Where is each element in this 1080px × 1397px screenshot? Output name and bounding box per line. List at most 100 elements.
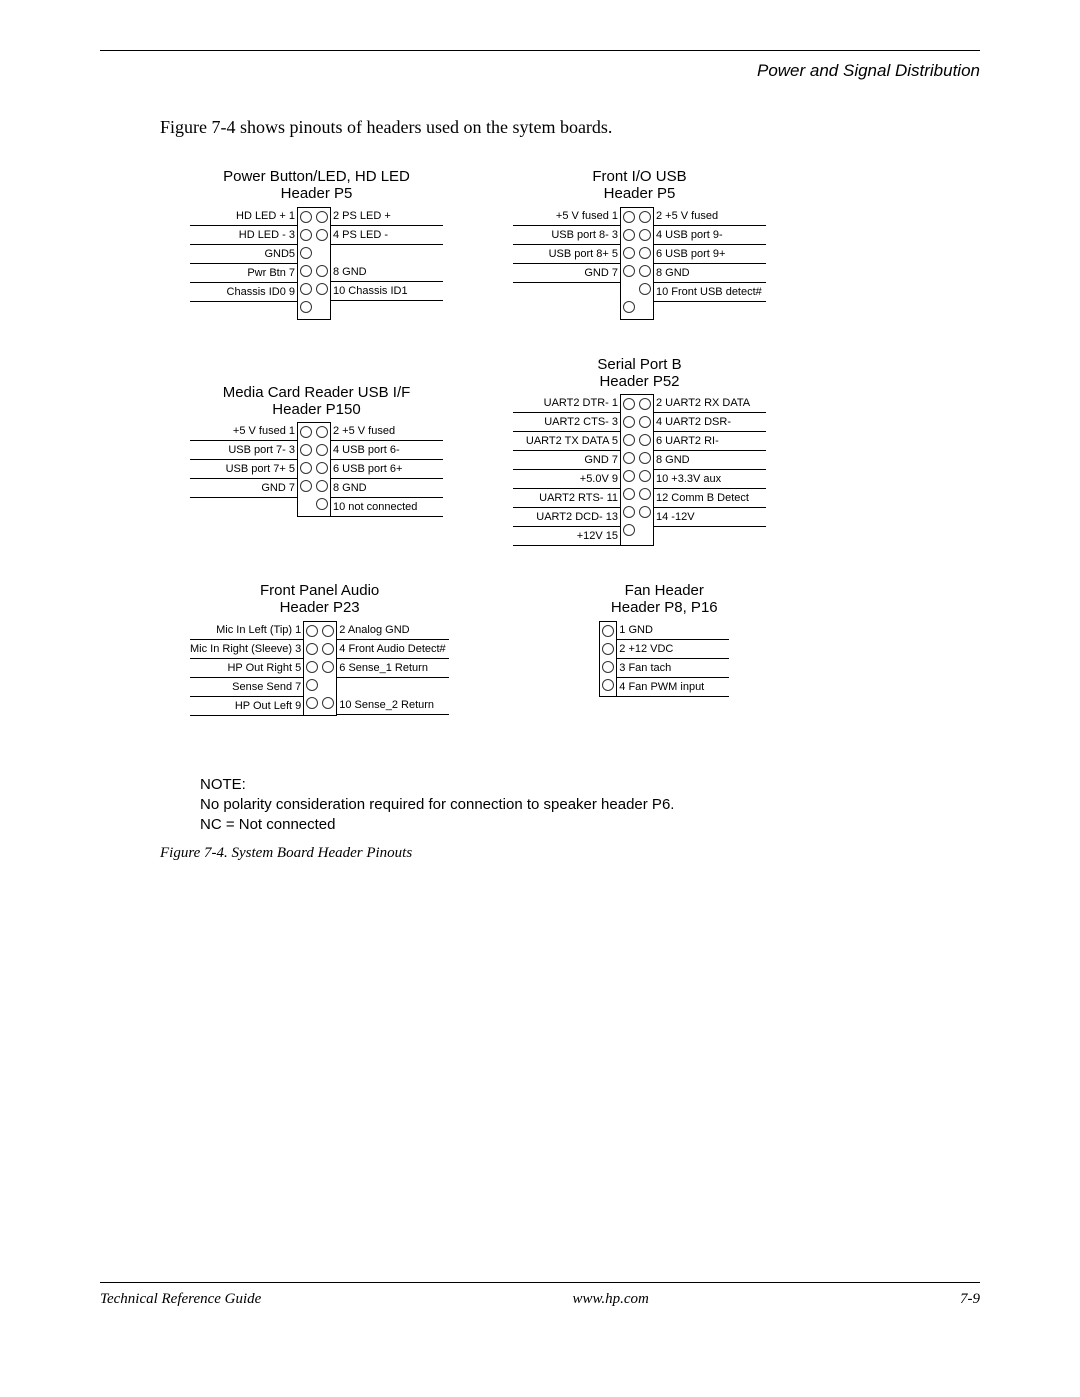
pin-label: 8 GND xyxy=(654,451,766,470)
pin-label: 10 Chassis ID1 xyxy=(331,282,443,301)
pin-label: 6 USB port 6+ xyxy=(331,460,443,479)
pin-label: USB port 7- 3 xyxy=(190,441,297,460)
pin-hole xyxy=(621,485,637,503)
pin-hole xyxy=(320,640,336,658)
diagrams-area: Power Button/LED, HD LED Header P5HD LED… xyxy=(190,168,980,716)
pin-label xyxy=(190,498,297,516)
pin-label: Mic In Right (Sleeve) 3 xyxy=(190,640,303,659)
pin-label xyxy=(513,283,620,301)
pin-labels-right: 1 GND2 +12 VDC3 Fan tach4 Fan PWM input xyxy=(617,621,729,697)
pin-hole xyxy=(314,441,330,459)
pinout: 1 GND2 +12 VDC3 Fan tach4 Fan PWM input xyxy=(599,621,729,697)
footer-left: Technical Reference Guide xyxy=(100,1291,261,1308)
pin-hole xyxy=(600,676,616,694)
power-led-header: Power Button/LED, HD LED Header P5HD LED… xyxy=(190,168,443,320)
pin-hole xyxy=(304,640,320,658)
pin-hole xyxy=(314,423,330,441)
pin-label: 4 Front Audio Detect# xyxy=(337,640,449,659)
pin-hole xyxy=(637,244,653,262)
pin-label: Chassis ID0 9 xyxy=(190,283,297,302)
pin-label: 6 Sense_1 Return xyxy=(337,659,449,678)
pin-label: 3 Fan tach xyxy=(617,659,729,678)
pin-labels-left: UART2 DTR- 1UART2 CTS- 3UART2 TX DATA 5G… xyxy=(513,394,620,546)
top-rule xyxy=(100,50,980,51)
pin-label: UART2 RTS- 11 xyxy=(513,489,620,508)
pin-hole xyxy=(637,298,653,316)
pin-hole xyxy=(314,208,330,226)
pin-label: 1 GND xyxy=(617,621,729,640)
pin-hole xyxy=(314,298,330,316)
pin-hole xyxy=(298,477,314,495)
pin-hole xyxy=(637,226,653,244)
pin-hole xyxy=(298,262,314,280)
pin-hole xyxy=(621,413,637,431)
pin-label: 14 -12V xyxy=(654,508,766,527)
pin-label: 8 GND xyxy=(654,264,766,283)
pin-label: 6 USB port 9+ xyxy=(654,245,766,264)
pin-hole xyxy=(637,503,653,521)
pin-hole xyxy=(298,244,314,262)
pin-label xyxy=(337,678,449,696)
pin-label: Pwr Btn 7 xyxy=(190,264,297,283)
header-title: Media Card Reader USB I/F Header P150 xyxy=(190,384,443,419)
pin-hole xyxy=(600,622,616,640)
pin-hole xyxy=(298,423,314,441)
pin-hole xyxy=(304,658,320,676)
header-title: Front Panel Audio Header P23 xyxy=(190,582,449,617)
pin-hole xyxy=(298,298,314,316)
section-title: Power and Signal Distribution xyxy=(100,61,980,81)
pin-hole xyxy=(621,449,637,467)
pin-label: UART2 TX DATA 5 xyxy=(513,432,620,451)
pin-hole xyxy=(320,622,336,640)
pin-label: 10 Sense_2 Return xyxy=(337,696,449,715)
pin-label: 4 USB port 9- xyxy=(654,226,766,245)
header-title: Fan Header Header P8, P16 xyxy=(599,582,729,617)
figure-caption: Figure 7-4. System Board Header Pinouts xyxy=(160,845,980,862)
pin-box xyxy=(297,207,331,320)
pin-labels-left: +5 V fused 1USB port 8- 3USB port 8+ 5GN… xyxy=(513,207,620,320)
pin-labels-right: 2 PS LED +4 PS LED -8 GND10 Chassis ID1 xyxy=(331,207,443,320)
pin-label: UART2 DTR- 1 xyxy=(513,394,620,413)
pin-box xyxy=(599,621,617,697)
pin-label: 10 Front USB detect# xyxy=(654,283,766,302)
pin-label: 2 Analog GND xyxy=(337,621,449,640)
pin-hole xyxy=(621,431,637,449)
pin-labels-left: Mic In Left (Tip) 1Mic In Right (Sleeve)… xyxy=(190,621,303,716)
pin-hole xyxy=(304,676,320,694)
pin-label: 2 +5 V fused xyxy=(654,207,766,226)
pin-box xyxy=(297,422,331,517)
front-usb-header: Front I/O USB Header P5 +5 V fused 1USB p… xyxy=(513,168,766,320)
pin-label: GND 7 xyxy=(513,264,620,283)
page-footer: Technical Reference Guide www.hp.com 7-9 xyxy=(100,1282,980,1308)
pin-label: USB port 8- 3 xyxy=(513,226,620,245)
pin-labels-right: 2 +5 V fused4 USB port 9-6 USB port 9+8 … xyxy=(654,207,766,320)
pinout: +5 V fused 1USB port 8- 3USB port 8+ 5GN… xyxy=(513,207,766,320)
header-title: Front I/O USB Header P5 xyxy=(513,168,766,203)
pin-label: GND 7 xyxy=(513,451,620,470)
pin-hole xyxy=(637,262,653,280)
note-body-1: No polarity consideration required for c… xyxy=(200,795,980,815)
pin-label: Mic In Left (Tip) 1 xyxy=(190,621,303,640)
pin-labels-left: +5 V fused 1USB port 7- 3USB port 7+ 5GN… xyxy=(190,422,297,517)
pinout: +5 V fused 1USB port 7- 3USB port 7+ 5GN… xyxy=(190,422,443,517)
pin-label: 8 GND xyxy=(331,263,443,282)
pin-hole xyxy=(621,208,637,226)
pin-hole xyxy=(637,413,653,431)
pin-hole xyxy=(314,459,330,477)
pin-hole xyxy=(637,521,653,539)
pinout: UART2 DTR- 1UART2 CTS- 3UART2 TX DATA 5G… xyxy=(513,394,766,546)
note-label: NOTE: xyxy=(200,776,980,793)
pin-hole xyxy=(621,280,637,298)
pin-label: 4 USB port 6- xyxy=(331,441,443,460)
pin-label: HD LED + 1 xyxy=(190,207,297,226)
pin-label: GND5 xyxy=(190,245,297,264)
note-block: NOTE: No polarity consideration required… xyxy=(200,776,980,836)
pin-hole xyxy=(298,226,314,244)
pin-label: 2 +12 VDC xyxy=(617,640,729,659)
pin-hole xyxy=(314,244,330,262)
pin-hole xyxy=(621,244,637,262)
pin-hole xyxy=(621,298,637,316)
pin-label xyxy=(331,301,443,319)
pin-label: 2 PS LED + xyxy=(331,207,443,226)
pin-label: GND 7 xyxy=(190,479,297,498)
